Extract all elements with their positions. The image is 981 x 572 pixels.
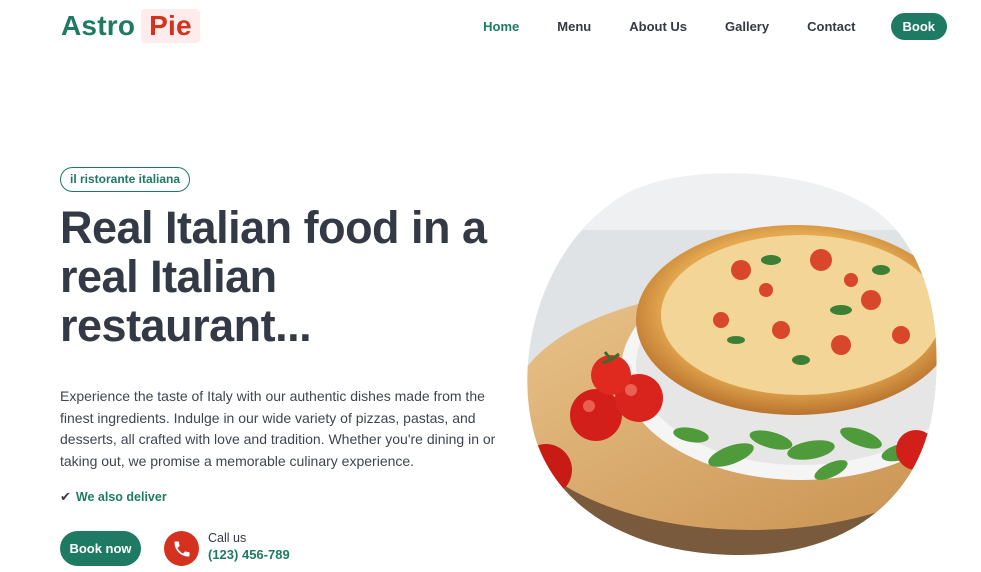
- brand-logo-part2: Pie: [141, 9, 200, 43]
- nav-gallery[interactable]: Gallery: [725, 19, 769, 34]
- check-icon: ✔: [60, 489, 71, 504]
- brand-logo[interactable]: Astro Pie: [61, 9, 200, 43]
- nav-about-us[interactable]: About Us: [629, 19, 687, 34]
- hero-badge: il ristorante italiana: [60, 167, 191, 192]
- call-us-label: Call us: [208, 531, 247, 545]
- deliver-note: ✔ We also deliver: [60, 489, 167, 505]
- book-now-button[interactable]: Book now: [60, 531, 141, 566]
- nav-contact[interactable]: Contact: [807, 19, 855, 34]
- phone-icon[interactable]: [164, 531, 199, 566]
- hero-headline: Real Italian food in a real Italian rest…: [60, 202, 487, 351]
- phone-glyph: [174, 541, 189, 556]
- deliver-note-text: We also deliver: [75, 490, 167, 504]
- nav-menu[interactable]: Menu: [557, 19, 591, 34]
- phone-number[interactable]: (123) 456-789: [208, 547, 290, 562]
- nav-book-button[interactable]: Book: [890, 12, 947, 40]
- brand-logo-part1: Astro: [61, 10, 136, 41]
- pizza-hero-image: [527, 173, 937, 555]
- hero-description: Experience the taste of Italy with our a…: [60, 388, 496, 469]
- nav-home[interactable]: Home: [483, 19, 519, 34]
- call-us: Call us (123) 456-789: [208, 531, 290, 562]
- main-nav: Home Menu About Us Gallery Contact Book: [445, 12, 947, 40]
